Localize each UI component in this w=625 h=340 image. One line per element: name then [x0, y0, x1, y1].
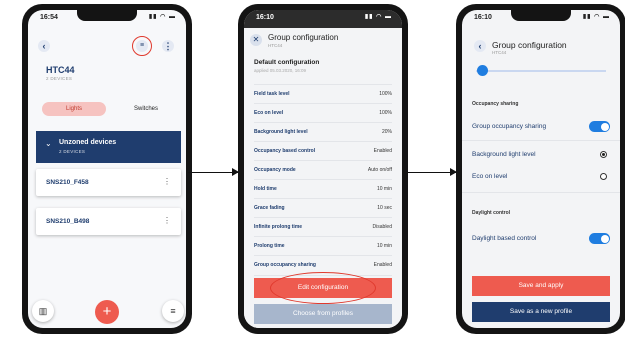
- page-subtitle: HTC44: [492, 50, 507, 55]
- param-name: Occupancy mode: [254, 167, 296, 173]
- filter-button[interactable]: ≡: [132, 36, 152, 56]
- daylight-based-control-row[interactable]: Daylight based control: [472, 230, 610, 248]
- param-name: Grace fading: [254, 205, 285, 211]
- flow-arrow: [188, 168, 239, 176]
- param-row: Infinite prolong time Disabled: [254, 217, 392, 237]
- background-light-level-row[interactable]: Background light level: [472, 146, 610, 164]
- status-indicators-icon: ▮▮ ◠ ▬: [148, 14, 176, 20]
- row-label: Daylight based control: [472, 235, 537, 242]
- eco-on-level-radio[interactable]: [600, 173, 607, 180]
- group-occupancy-sharing-row[interactable]: Group occupancy sharing: [472, 118, 610, 136]
- divider: [462, 192, 620, 193]
- device-name: SNS210_F458: [46, 179, 89, 186]
- sheet-subtitle: HTC44: [268, 43, 283, 48]
- param-name: Prolong time: [254, 243, 285, 249]
- param-name: Field task level: [254, 91, 290, 97]
- row-label: Background light level: [472, 151, 536, 158]
- param-row: Field task level 100%: [254, 84, 392, 104]
- param-row: Occupancy based control Enabled: [254, 141, 392, 161]
- tab-switches[interactable]: Switches: [114, 102, 178, 116]
- slider-track[interactable]: [476, 70, 606, 72]
- back-icon[interactable]: ‹: [474, 40, 486, 52]
- more-icon[interactable]: ⋮: [162, 40, 174, 52]
- group-config-screen: 16:10 ▮▮ ◠ ▬ ✕ Group configuration HTC44…: [244, 10, 402, 328]
- more-icon[interactable]: ⋮: [163, 177, 171, 186]
- param-row: Grace fading 10 sec: [254, 198, 392, 218]
- more-icon[interactable]: ⋮: [163, 216, 171, 225]
- param-value: Auto on/off: [367, 167, 392, 173]
- section-header-occupancy: Occupancy sharing: [472, 101, 519, 107]
- background-light-radio[interactable]: [600, 151, 607, 158]
- slider-knob[interactable]: [477, 65, 488, 76]
- default-config-title: Default configuration: [254, 59, 320, 66]
- status-indicators-icon: ▮▮ ◠ ▬: [364, 14, 392, 20]
- param-value: 100%: [379, 91, 392, 97]
- menu-icon[interactable]: ≡: [162, 300, 184, 322]
- param-name: Background light level: [254, 129, 308, 135]
- tab-bar: Lights Switches: [36, 102, 180, 116]
- page-title: Group configuration: [492, 40, 567, 50]
- daylight-based-control-toggle[interactable]: [589, 233, 610, 244]
- param-value: 20%: [381, 129, 392, 135]
- highlight-ring: [270, 272, 376, 304]
- page-subtitle: 2 DEVICES: [46, 76, 73, 81]
- param-row: Prolong time 10 min: [254, 236, 392, 256]
- phone-edit-config: 16:10 ▮▮ ◠ ▬ ‹ Group configuration HTC44…: [456, 4, 625, 334]
- param-row: Hold time 10 min: [254, 179, 392, 199]
- phone-group-config: 16:10 ▮▮ ◠ ▬ ✕ Group configuration HTC44…: [238, 4, 408, 334]
- param-value: Disabled: [372, 224, 392, 230]
- highlight-ring: [132, 36, 152, 56]
- section-header-daylight: Daylight control: [472, 210, 511, 216]
- group-occupancy-sharing-toggle[interactable]: [589, 121, 610, 132]
- building-icon[interactable]: ▥: [32, 300, 54, 322]
- param-value: 100%: [379, 110, 392, 116]
- group-name: Unzoned devices: [59, 139, 117, 146]
- status-time: 16:10: [474, 14, 492, 21]
- status-indicators-icon: ▮▮ ◠ ▬: [582, 14, 610, 20]
- param-value: 10 min: [376, 186, 392, 192]
- group-header-unzoned[interactable]: ⌄ Unzoned devices 2 DEVICES: [36, 131, 181, 163]
- divider: [462, 140, 620, 141]
- param-row: Background light level 20%: [254, 122, 392, 142]
- row-label: Group occupancy sharing: [472, 123, 547, 130]
- phone-notch: [511, 10, 571, 21]
- param-row: Eco on level 100%: [254, 103, 392, 123]
- page-title: HTC44: [46, 65, 75, 75]
- param-row: Occupancy mode Auto on/off: [254, 160, 392, 180]
- row-label: Eco on level: [472, 173, 508, 180]
- group-count: 2 DEVICES: [59, 149, 86, 154]
- add-button[interactable]: +: [95, 300, 119, 324]
- device-list-screen: 16:54 ▮▮ ◠ ▬ ‹ ≡ ⋮ HTC44 2 DEVICES Light…: [28, 10, 186, 328]
- param-value: 10 min: [376, 243, 392, 249]
- chevron-down-icon: ⌄: [45, 139, 52, 148]
- phone-device-list: 16:54 ▮▮ ◠ ▬ ‹ ≡ ⋮ HTC44 2 DEVICES Light…: [22, 4, 192, 334]
- status-time: 16:54: [40, 14, 58, 21]
- status-bar: 16:10 ▮▮ ◠ ▬: [244, 10, 402, 24]
- flow-arrow: [407, 168, 457, 176]
- phone-notch: [77, 10, 137, 21]
- back-icon[interactable]: ‹: [38, 40, 50, 52]
- eco-on-level-row[interactable]: Eco on level: [472, 168, 610, 186]
- choose-from-profiles-button[interactable]: Choose from profiles: [254, 304, 392, 324]
- device-card[interactable]: SNS210_F458 ⋮: [36, 169, 181, 196]
- tab-lights[interactable]: Lights: [42, 102, 106, 116]
- edit-config-screen: 16:10 ▮▮ ◠ ▬ ‹ Group configuration HTC44…: [462, 10, 620, 328]
- sheet-title: Group configuration: [268, 33, 339, 42]
- param-value: Enabled: [373, 262, 392, 268]
- save-as-new-profile-button[interactable]: Save as a new profile: [472, 302, 610, 322]
- param-name: Infinite prolong time: [254, 224, 303, 230]
- default-config-applied: applied 05.03.2020, 16:09: [254, 68, 307, 73]
- param-name: Occupancy based control: [254, 148, 316, 154]
- param-value: 10 sec: [377, 205, 392, 211]
- status-time: 16:10: [256, 14, 274, 21]
- close-icon[interactable]: ✕: [250, 34, 262, 46]
- param-name: Hold time: [254, 186, 277, 192]
- param-name: Eco on level: [254, 110, 284, 116]
- save-and-apply-button[interactable]: Save and apply: [472, 276, 610, 296]
- device-card[interactable]: SNS210_B498 ⋮: [36, 208, 181, 235]
- param-value: Enabled: [373, 148, 392, 154]
- device-name: SNS210_B498: [46, 218, 90, 225]
